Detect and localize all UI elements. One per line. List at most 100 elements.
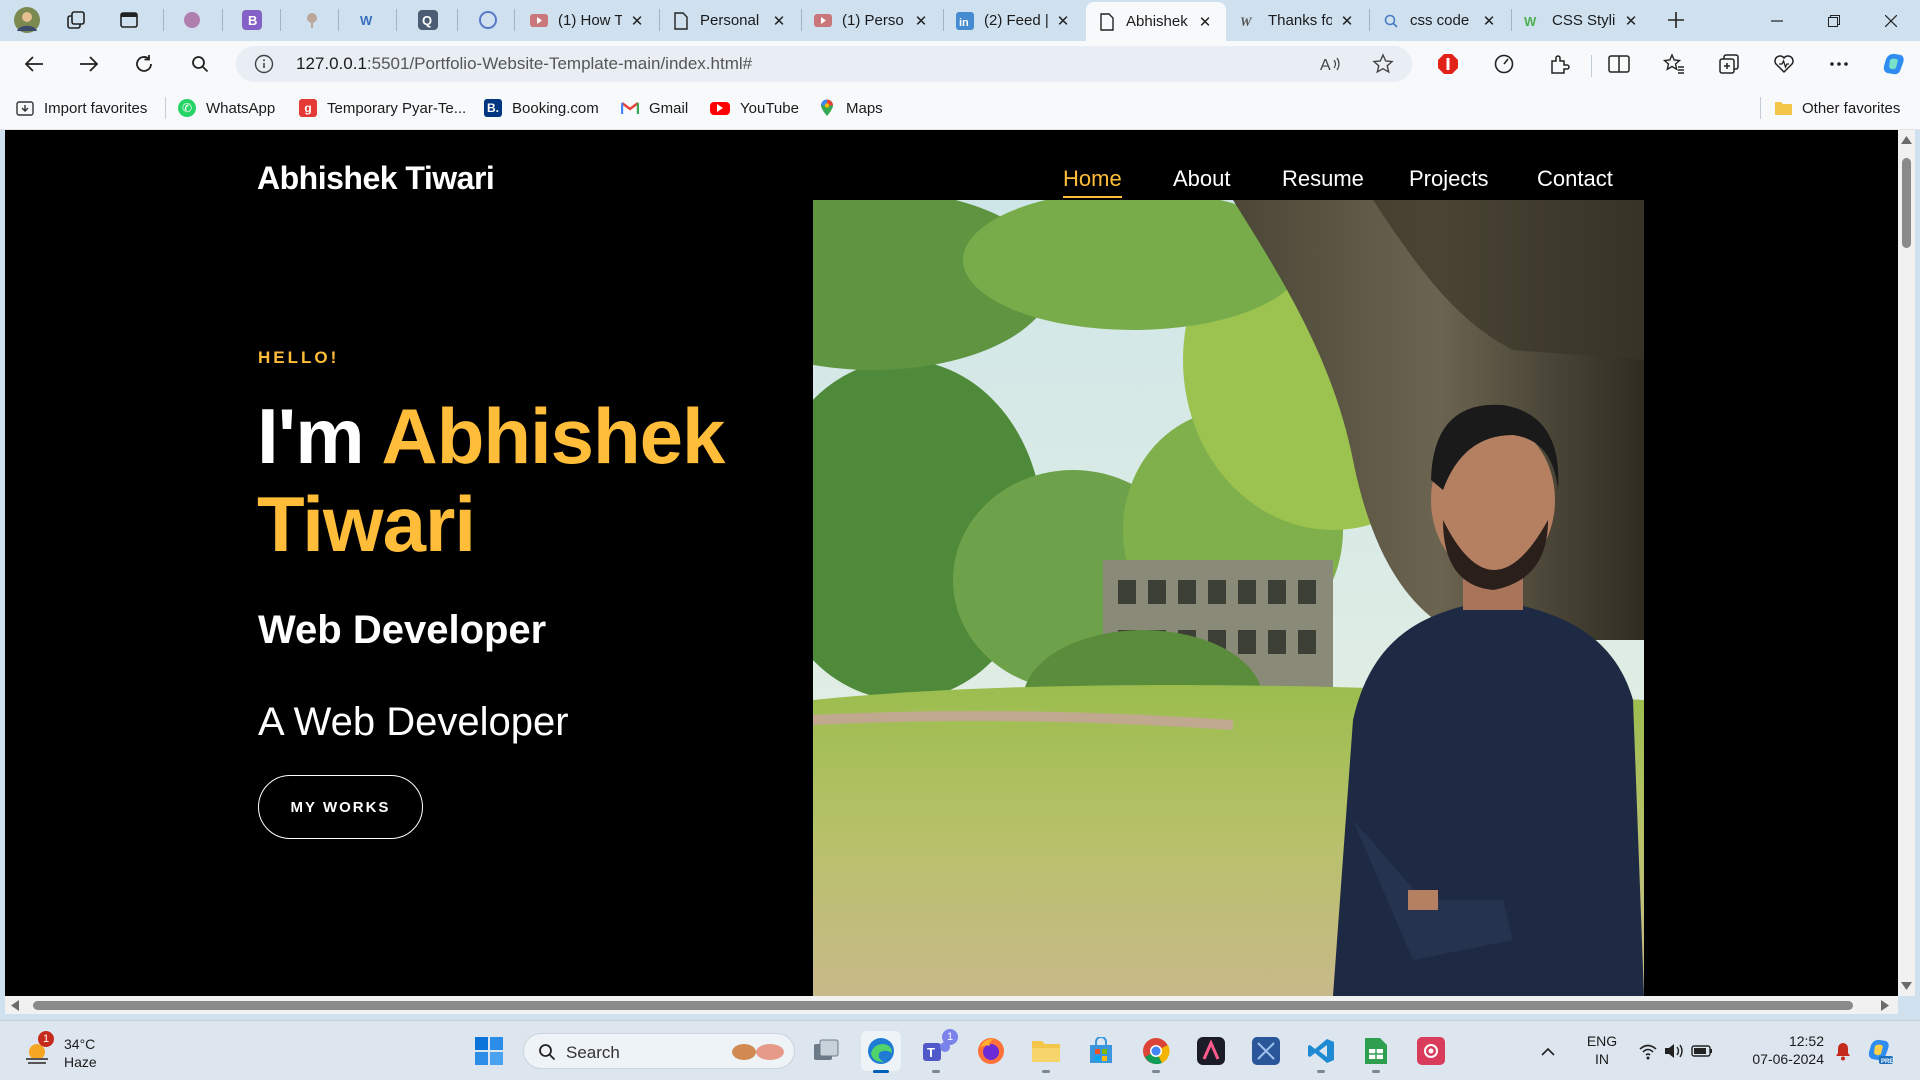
pinned-tab-copilot-icon[interactable] [472,4,504,36]
new-tab-button[interactable] [1660,4,1692,36]
wifi-icon [1639,1044,1657,1060]
linkedin-icon: in [956,11,974,30]
w-logo-icon: W [1240,12,1258,30]
language-indicator[interactable]: ENG IN [1574,1032,1630,1068]
close-icon[interactable]: ✕ [1196,13,1214,31]
site-brand[interactable]: Abhishek Tiwari [257,160,495,197]
favorite-maps[interactable]: Maps [818,97,883,119]
favorite-youtube[interactable]: YouTube [710,97,799,119]
workspaces-icon[interactable] [60,4,92,36]
weather-widget[interactable]: 1 34°C Haze [18,1031,138,1073]
close-icon[interactable]: ✕ [1480,12,1498,30]
read-aloud-icon[interactable]: A [1320,54,1342,79]
import-icon [16,99,34,117]
vertical-scrollbar-thumb[interactable] [1902,158,1911,248]
store-taskbar-icon[interactable] [1081,1031,1121,1071]
close-icon[interactable]: ✕ [1338,12,1356,30]
task-view-icon[interactable] [806,1031,846,1071]
tab-linkedin-feed[interactable]: in (2) Feed | ✕ [944,2,1084,39]
address-bar[interactable]: 127.0.0.1:5501/Portfolio-Website-Templat… [236,46,1412,82]
tab-youtube-how[interactable]: (1) How T ✕ [518,2,658,39]
profile-avatar[interactable] [11,4,43,36]
hero-typed-text: A Web Developer [258,700,569,744]
start-button[interactable] [469,1031,509,1071]
close-icon[interactable]: ✕ [912,12,930,30]
copilot-taskbar-icon[interactable]: PRE [1860,1031,1900,1071]
pinned-tab-b-icon[interactable]: B [236,4,268,36]
back-button[interactable] [16,46,52,82]
teams-taskbar-icon[interactable]: T 1 [916,1029,958,1073]
search-icon[interactable] [182,46,218,82]
more-menu-icon[interactable] [1821,46,1857,82]
tab-personal[interactable]: Personal ✕ [660,2,800,39]
chrome-taskbar-icon[interactable] [1136,1031,1176,1073]
pinned-tab-q-icon[interactable]: Q [412,4,444,36]
recorder-taskbar-icon[interactable] [1411,1031,1451,1071]
performance-icon[interactable] [1486,46,1522,82]
close-icon[interactable]: ✕ [1622,12,1640,30]
show-hidden-icons[interactable] [1533,1031,1563,1071]
nav-contact[interactable]: Contact [1537,166,1613,192]
favorite-booking[interactable]: B. Booking.com [484,97,599,119]
adblock-extension-icon[interactable] [1430,46,1466,82]
copilot-icon[interactable] [1876,46,1912,82]
nav-about[interactable]: About [1173,166,1231,192]
favorite-star-icon[interactable] [1372,53,1394,80]
firefox-taskbar-icon[interactable] [971,1031,1011,1071]
quick-settings[interactable] [1636,1031,1716,1071]
pinned-tab-w-icon[interactable]: W [354,4,386,36]
refresh-button[interactable] [126,46,162,82]
snipping-tool-taskbar-icon[interactable] [1246,1031,1286,1071]
svg-text:PRE: PRE [1881,1059,1893,1065]
vertical-scrollbar[interactable] [1898,130,1915,996]
file-explorer-taskbar-icon[interactable] [1026,1031,1066,1073]
tab-actions-icon[interactable] [113,4,145,36]
tab-css-styling[interactable]: W CSS Stylin ✕ [1512,2,1652,39]
extensions-icon[interactable] [1541,46,1577,82]
horizontal-scrollbar[interactable] [5,996,1898,1014]
collections-icon[interactable] [1711,46,1747,82]
pinned-tab-icon[interactable] [176,4,208,36]
favorite-temporary-pyar[interactable]: g Temporary Pyar-Te... [299,97,466,119]
g-logo-icon: g [299,99,317,117]
page-icon [672,11,690,30]
sheets-taskbar-icon[interactable] [1356,1031,1396,1073]
forward-button[interactable] [71,46,107,82]
close-icon[interactable]: ✕ [1054,12,1072,30]
arc-app-taskbar-icon[interactable] [1191,1031,1231,1071]
edge-taskbar-icon[interactable] [861,1031,901,1073]
nav-projects[interactable]: Projects [1409,166,1488,192]
my-works-button[interactable]: MY WORKS [258,775,423,839]
maps-pin-icon [818,99,836,117]
favorite-import[interactable]: Import favorites [16,97,147,119]
tab-thanks[interactable]: W Thanks fo ✕ [1228,2,1368,39]
tab-css-code[interactable]: css code ✕ [1370,2,1510,39]
close-icon[interactable]: ✕ [770,12,788,30]
youtube-icon [530,12,548,30]
minimize-button[interactable] [1749,0,1805,41]
clock[interactable]: 12:52 07-06-2024 [1730,1032,1824,1068]
nav-resume[interactable]: Resume [1282,166,1364,192]
horizontal-scrollbar-thumb[interactable] [33,1001,1853,1010]
other-favorites-folder[interactable]: Other favorites [1774,97,1900,119]
windows-taskbar: 1 34°C Haze Search T 1 ENG IN 12:52 07-06-… [0,1020,1920,1080]
restore-button[interactable] [1806,0,1862,41]
hero-role: Web Developer [258,608,547,652]
browser-essentials-icon[interactable] [1766,46,1802,82]
search-icon [1382,12,1400,30]
favorite-gmail[interactable]: Gmail [621,97,688,119]
pinned-tab-pin-icon[interactable] [296,4,328,36]
tab-youtube-personal[interactable]: (1) Perso ✕ [802,2,942,39]
notification-bell-icon[interactable] [1826,1031,1860,1071]
page-viewport: Abhishek Tiwari Home About Resume Projec… [5,130,1898,996]
favorite-whatsapp[interactable]: ✆ WhatsApp [178,97,275,119]
info-icon[interactable] [254,54,274,79]
split-screen-icon[interactable] [1601,46,1637,82]
close-window-button[interactable] [1863,0,1919,41]
favorites-icon[interactable] [1656,46,1692,82]
close-icon[interactable]: ✕ [628,12,646,30]
tab-abhishek-active[interactable]: Abhishek ✕ [1086,2,1226,41]
nav-home[interactable]: Home [1063,166,1122,198]
taskbar-search[interactable]: Search [523,1033,795,1069]
vscode-taskbar-icon[interactable] [1301,1031,1341,1073]
